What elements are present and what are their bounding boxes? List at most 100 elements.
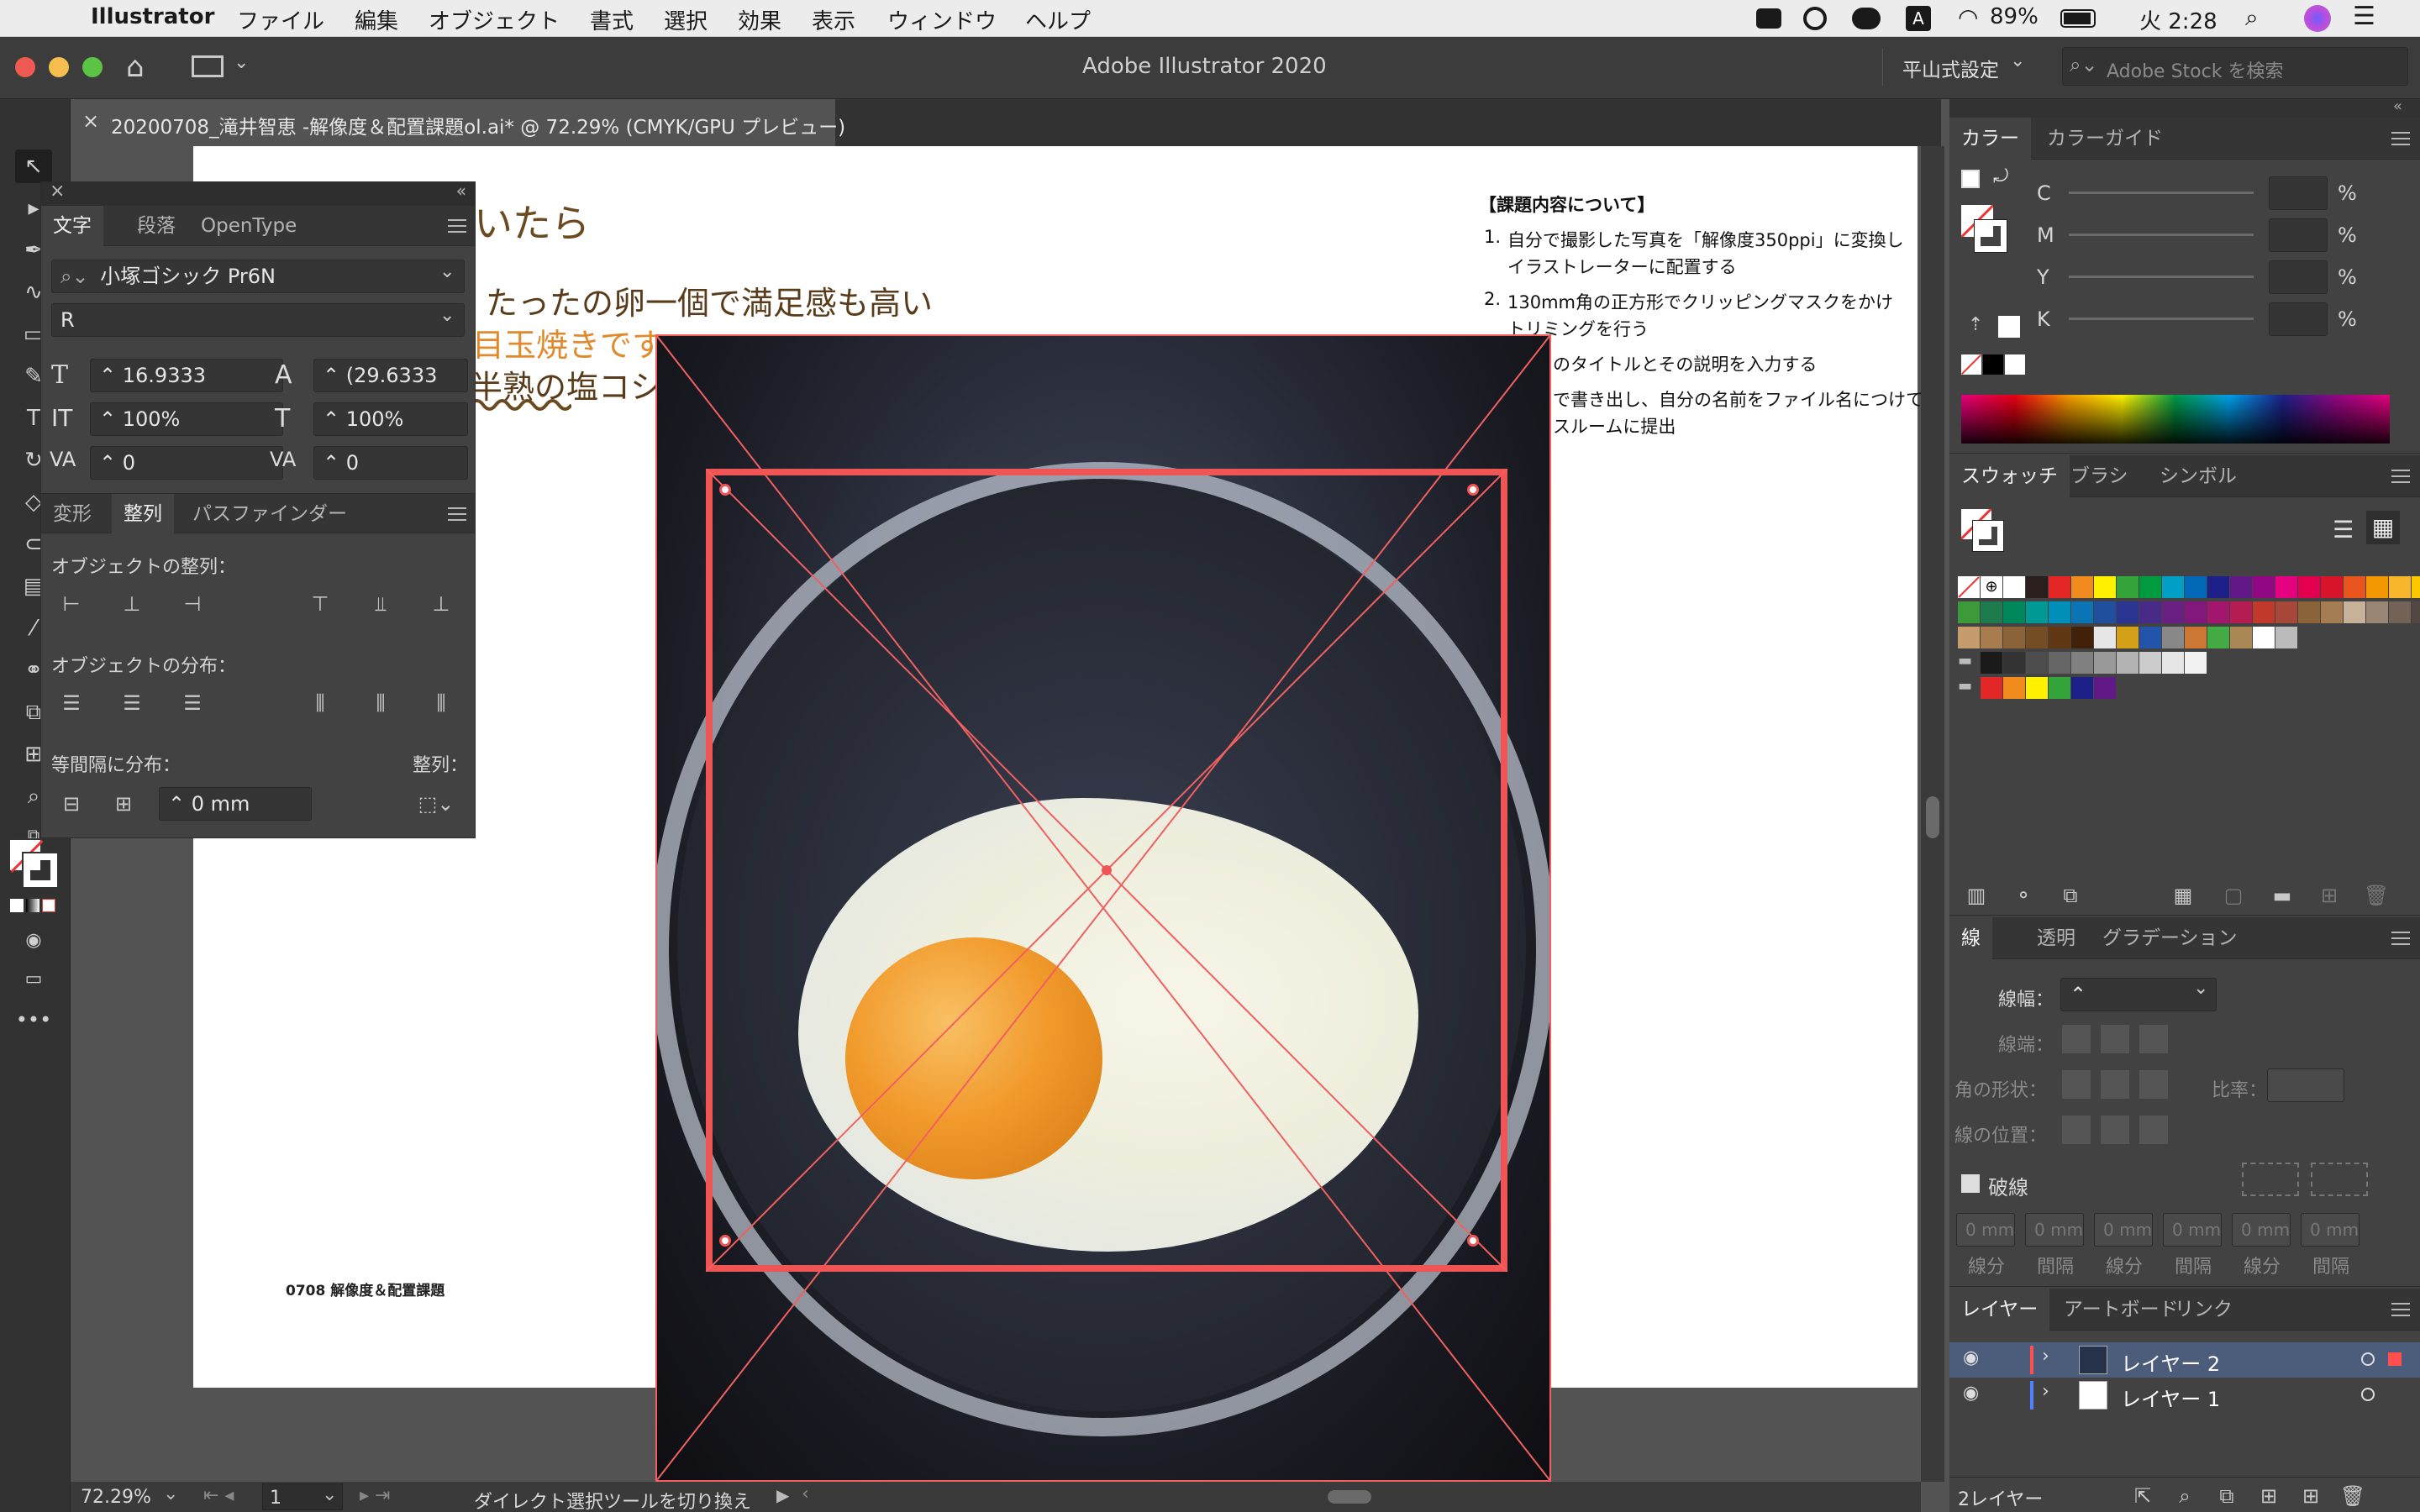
distribute-right-icon[interactable]: ⫼ bbox=[426, 688, 456, 718]
channel-k-field[interactable] bbox=[2269, 302, 2328, 336]
swatch[interactable] bbox=[2344, 601, 2365, 623]
gap-2-field[interactable]: 0 mm bbox=[2163, 1213, 2222, 1247]
swatch-options-icon[interactable]: ⧉ bbox=[2055, 880, 2086, 911]
swatch[interactable] bbox=[2162, 652, 2184, 674]
export-icon[interactable]: ⇱ bbox=[2128, 1481, 2158, 1511]
expand-layer-icon[interactable]: › bbox=[2042, 1346, 2049, 1367]
swatch[interactable] bbox=[2185, 576, 2207, 598]
vertical-scroll-thumb[interactable] bbox=[1926, 796, 1939, 838]
swatch[interactable] bbox=[2094, 677, 2116, 699]
tab-links[interactable]: リンク bbox=[2163, 1289, 2244, 1331]
clipping-mask-icon[interactable]: ⧉ bbox=[2212, 1481, 2242, 1511]
swatch[interactable] bbox=[2003, 576, 2025, 598]
last-artboard-icon[interactable]: ▸ ⇥ bbox=[360, 1485, 390, 1506]
distribute-top-icon[interactable]: ☰ bbox=[56, 688, 87, 718]
target-icon[interactable] bbox=[2361, 1388, 2375, 1401]
swatch[interactable] bbox=[2094, 576, 2116, 598]
clock[interactable]: 火 2:28 bbox=[2139, 4, 2217, 35]
swatch[interactable] bbox=[1981, 627, 2002, 648]
panel-menu-icon[interactable] bbox=[2391, 932, 2410, 945]
input-source-icon[interactable]: A bbox=[1906, 6, 1931, 31]
tab-color-guide[interactable]: カラーガイド bbox=[2035, 118, 2175, 160]
menu-edit[interactable]: 編集 bbox=[355, 4, 398, 35]
swatch[interactable] bbox=[1958, 601, 1980, 623]
spotlight-icon[interactable]: ⌕ bbox=[2245, 3, 2259, 32]
projecting-cap-icon[interactable] bbox=[2139, 1025, 2168, 1053]
color-stroke-swatch[interactable] bbox=[1974, 219, 2007, 253]
distribute-vertical-space-icon[interactable]: ⊟ bbox=[56, 789, 87, 819]
swatch[interactable] bbox=[2026, 627, 2048, 648]
channel-y-field[interactable] bbox=[2269, 260, 2328, 294]
channel-c-field[interactable] bbox=[2269, 176, 2328, 210]
collapse-panel-icon[interactable]: « bbox=[456, 181, 466, 201]
distribute-hcenter-icon[interactable]: ⫼ bbox=[366, 688, 396, 718]
swatch[interactable] bbox=[2049, 652, 2070, 674]
collapse-dock-icon[interactable]: « bbox=[2393, 97, 2402, 115]
delete-layer-icon[interactable]: 🗑 bbox=[2338, 1481, 2368, 1511]
panel-menu-icon[interactable] bbox=[2391, 1303, 2410, 1316]
align-vertical-center-icon[interactable]: ⫫ bbox=[366, 589, 396, 619]
tracking-field[interactable]: ⌃ 0 bbox=[313, 446, 468, 480]
font-size-field[interactable]: ⌃ 16.9333 bbox=[90, 359, 283, 392]
expand-layer-icon[interactable]: › bbox=[2042, 1381, 2049, 1402]
chevron-down-icon[interactable]: ⌄ bbox=[234, 52, 249, 73]
menu-object[interactable]: オブジェクト bbox=[429, 4, 560, 35]
swatch[interactable] bbox=[2321, 601, 2343, 623]
swatch[interactable] bbox=[2185, 601, 2207, 623]
align-bottom-icon[interactable]: ⊥ bbox=[426, 589, 456, 619]
swatch[interactable] bbox=[2275, 601, 2297, 623]
swatch[interactable] bbox=[2117, 601, 2139, 623]
tab-character[interactable]: 文字 bbox=[41, 206, 103, 246]
tab-opentype[interactable]: OpenType bbox=[189, 206, 308, 246]
new-swatch-icon[interactable]: ⊞ bbox=[2314, 880, 2344, 911]
menu-view[interactable]: 表示 bbox=[812, 4, 855, 35]
delete-swatch-icon[interactable]: 🗑 bbox=[2361, 880, 2391, 911]
distribute-bottom-icon[interactable]: ☰ bbox=[177, 688, 208, 718]
zoom-window-button[interactable] bbox=[82, 57, 103, 77]
swatch[interactable] bbox=[2185, 627, 2207, 648]
tab-pathfinder[interactable]: パスファインダー bbox=[181, 494, 359, 534]
zoom-level[interactable]: 72.29% bbox=[81, 1487, 151, 1508]
swatch[interactable] bbox=[2275, 627, 2297, 648]
scroll-left-icon[interactable]: ‹ bbox=[802, 1483, 809, 1504]
out-of-gamut-icon[interactable]: ⇡ bbox=[1968, 314, 1983, 335]
swatch[interactable] bbox=[2412, 601, 2420, 623]
swatch[interactable] bbox=[1958, 627, 1980, 648]
target-icon[interactable] bbox=[2361, 1352, 2375, 1366]
home-icon[interactable]: ⌂ bbox=[126, 50, 145, 84]
swatch[interactable] bbox=[2049, 627, 2070, 648]
anchor-point[interactable] bbox=[1467, 1235, 1479, 1247]
swatch[interactable] bbox=[2253, 627, 2275, 648]
swatch[interactable] bbox=[2117, 627, 2139, 648]
swatch[interactable] bbox=[2321, 576, 2343, 598]
swatch[interactable] bbox=[2389, 601, 2411, 623]
swatch[interactable] bbox=[2071, 601, 2093, 623]
panel-header[interactable]: × « bbox=[41, 181, 475, 206]
swatch[interactable] bbox=[2230, 601, 2252, 623]
stroke-swatch[interactable] bbox=[22, 852, 59, 889]
swatch[interactable] bbox=[2003, 677, 2025, 699]
swatch[interactable] bbox=[2094, 601, 2116, 623]
tab-layers[interactable]: レイヤー bbox=[1949, 1289, 2050, 1331]
new-sublayer-icon[interactable]: ⊞ bbox=[2254, 1481, 2284, 1511]
round-join-icon[interactable] bbox=[2101, 1070, 2129, 1099]
dash-2-field[interactable]: 0 mm bbox=[2094, 1213, 2153, 1247]
color-mode-buttons[interactable] bbox=[10, 899, 55, 912]
dash-1-field[interactable]: 0 mm bbox=[1956, 1213, 2015, 1247]
tab-transform[interactable]: 変形 bbox=[41, 494, 103, 534]
registration-swatch[interactable]: ⊕ bbox=[1981, 576, 2002, 598]
tab-symbols[interactable]: シンボル bbox=[2148, 455, 2249, 497]
tab-brushes[interactable]: ブラシ bbox=[2059, 455, 2140, 497]
swatch[interactable] bbox=[2139, 627, 2161, 648]
minimize-window-button[interactable] bbox=[49, 57, 69, 77]
swatch[interactable] bbox=[1981, 652, 2002, 674]
swatch[interactable] bbox=[2298, 576, 2320, 598]
channel-m-field[interactable] bbox=[2269, 218, 2328, 252]
wifi-icon[interactable]: ◠ bbox=[1958, 3, 1978, 31]
new-color-group-icon[interactable]: ▦ bbox=[2168, 880, 2198, 911]
panel-menu-icon[interactable] bbox=[448, 219, 466, 233]
swatch[interactable] bbox=[2389, 576, 2411, 598]
align-center-stroke-icon[interactable] bbox=[2062, 1116, 2091, 1144]
miter-join-icon[interactable] bbox=[2062, 1070, 2091, 1099]
swatch[interactable] bbox=[2162, 601, 2184, 623]
